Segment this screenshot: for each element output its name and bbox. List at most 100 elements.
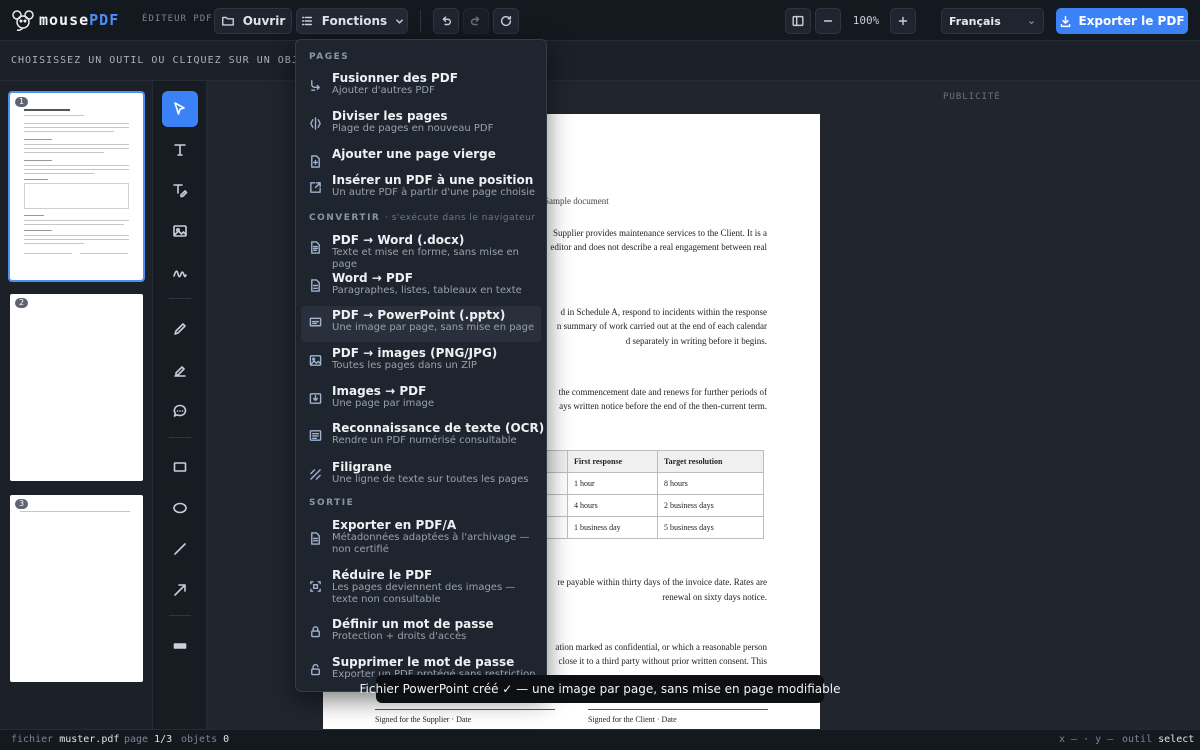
menu-item-title: Filigrane bbox=[332, 460, 392, 474]
menu-item-title: Définir un mot de passe bbox=[332, 617, 494, 631]
menu-item-compress[interactable]: Réduire le PDF Les pages deviennent des … bbox=[301, 568, 541, 612]
status-page: page 1/3 bbox=[124, 734, 173, 745]
pen-icon bbox=[174, 323, 186, 335]
toggle-sidebar-button[interactable] bbox=[785, 8, 811, 34]
functions-button[interactable]: Fonctions bbox=[296, 8, 408, 34]
table-cell: 2 business days bbox=[657, 494, 764, 517]
functions-label: Fonctions bbox=[321, 14, 388, 28]
menu-item-title: Supprimer le mot de passe bbox=[332, 655, 515, 669]
section-convert: CONVERTIR · s'exécute dans le navigateur bbox=[309, 213, 536, 223]
image-tool[interactable] bbox=[162, 213, 198, 249]
highlighter-tool[interactable] bbox=[162, 352, 198, 388]
app-name: mousePDF bbox=[39, 11, 120, 29]
rectangle-tool[interactable] bbox=[162, 449, 198, 485]
edit-text-tool[interactable] bbox=[162, 172, 198, 208]
menu-item-desc: Les pages deviennent des images — texte … bbox=[332, 582, 516, 605]
menu-item-desc: Une ligne de texte sur toutes les pages bbox=[332, 474, 529, 485]
advert-label: PUBLICITÉ bbox=[943, 92, 1001, 102]
menu-item-pdf-to-word[interactable]: PDF → Word (.docx) Texte et mise en form… bbox=[301, 233, 541, 270]
image-down-icon bbox=[309, 393, 322, 404]
zoom-in-button[interactable] bbox=[890, 8, 916, 34]
menu-item-word-to-pdf[interactable]: Word → PDF Paragraphes, listes, tableaux… bbox=[301, 271, 541, 303]
redo-icon bbox=[470, 16, 480, 26]
text-tool[interactable] bbox=[162, 132, 198, 168]
menu-item-desc: Rendre un PDF numérisé consultable bbox=[332, 435, 517, 446]
menu-item-images-to-pdf[interactable]: Images → PDF Une page par image bbox=[301, 384, 541, 416]
redo-button[interactable] bbox=[463, 8, 489, 34]
menu-item-desc: Métadonnées adaptées à l'archivage — non… bbox=[332, 532, 530, 555]
ellipse-icon bbox=[173, 502, 187, 514]
menu-item-blank-page[interactable]: Ajouter une page vierge bbox=[301, 147, 541, 169]
logo: mousePDF bbox=[11, 8, 119, 32]
table-cell: 1 business day bbox=[567, 516, 658, 539]
language-select[interactable]: Français bbox=[941, 8, 1044, 34]
status-coords: x — · y — bbox=[1059, 734, 1114, 745]
menu-item-desc: Protection + droits d'accès bbox=[332, 631, 467, 642]
export-pdf-button[interactable]: Exporter le PDF bbox=[1056, 8, 1188, 34]
undo-button[interactable] bbox=[433, 8, 459, 34]
thumbnail-number: 3 bbox=[15, 499, 29, 509]
signature-tool[interactable] bbox=[162, 254, 198, 290]
menu-item-pdfa[interactable]: Exporter en PDF/A Métadonnées adaptées à… bbox=[301, 518, 541, 562]
arrow-tool[interactable] bbox=[162, 572, 198, 608]
chevron-down-icon bbox=[1029, 21, 1034, 25]
hint-bar: CHOISISSEZ UN OUTIL OU CLIQUEZ SUR UN OB… bbox=[0, 41, 1200, 81]
line-icon bbox=[174, 543, 186, 555]
menu-item-desc: Un autre PDF à partir d'une page choisie bbox=[332, 187, 536, 198]
table-cell: 1 hour bbox=[567, 472, 658, 495]
menu-item-ocr[interactable]: Reconnaissance de texte (OCR) Rendre un … bbox=[301, 421, 545, 453]
sidebar-icon bbox=[792, 15, 804, 27]
menu-item-insert-pdf[interactable]: Insérer un PDF à une position Un autre P… bbox=[301, 173, 541, 205]
signature-icon bbox=[173, 270, 187, 278]
menu-item-title: Reconnaissance de texte (OCR) bbox=[332, 421, 545, 435]
menu-item-watermark[interactable]: Filigrane Une ligne de texte sur toutes … bbox=[301, 460, 541, 492]
menu-item-title: Exporter en PDF/A bbox=[332, 518, 457, 532]
rectangle-icon bbox=[173, 462, 187, 472]
menu-item-pdf-to-images[interactable]: PDF → images (PNG/JPG) Toutes les pages … bbox=[301, 346, 541, 378]
whiteout-tool[interactable] bbox=[162, 628, 198, 664]
menu-item-split[interactable]: Diviser les pages Plage de pages en nouv… bbox=[301, 109, 541, 141]
functions-menu: PAGES Fusionner des PDF Ajouter d'autres… bbox=[295, 39, 547, 692]
signature-line-supplier: Signed for the Supplier · Date bbox=[375, 709, 555, 724]
menu-item-title: Images → PDF bbox=[332, 384, 427, 398]
tool-divider bbox=[169, 615, 191, 616]
ocr-icon bbox=[309, 430, 322, 441]
thumbnail-page-2[interactable]: 2 bbox=[10, 294, 143, 481]
menu-item-merge[interactable]: Fusionner des PDF Ajouter d'autres PDF bbox=[301, 71, 541, 103]
menu-item-title: Fusionner des PDF bbox=[332, 71, 458, 85]
comment-tool[interactable] bbox=[162, 393, 198, 429]
menu-item-desc: Une image par page, sans mise en page bbox=[332, 322, 535, 333]
menu-item-title: PDF → Word (.docx) bbox=[332, 233, 465, 247]
unlock-icon bbox=[311, 663, 320, 676]
line-tool[interactable] bbox=[162, 531, 198, 567]
menu-item-set-password[interactable]: Définir un mot de passe Protection + dro… bbox=[301, 617, 541, 649]
open-button[interactable]: Ouvrir bbox=[214, 8, 292, 34]
menu-item-desc: Une page par image bbox=[332, 398, 435, 409]
table-cell: 4 hours bbox=[567, 494, 658, 517]
thumbnail-number: 1 bbox=[15, 97, 29, 107]
section-output: SORTIE bbox=[309, 498, 355, 508]
compress-icon bbox=[310, 581, 321, 592]
arrow-icon bbox=[174, 584, 186, 596]
refresh-icon bbox=[500, 15, 512, 27]
highlighter-icon bbox=[174, 366, 186, 377]
zoom-out-button[interactable] bbox=[815, 8, 841, 34]
undo-icon bbox=[442, 16, 452, 26]
mouse-logo-icon bbox=[12, 10, 34, 31]
doc-icon bbox=[311, 279, 320, 292]
page-thumbnails: 1 2 3 bbox=[0, 81, 153, 729]
plus-icon bbox=[898, 16, 908, 26]
status-file: fichier muster.pdf bbox=[11, 734, 120, 745]
ellipse-tool[interactable] bbox=[162, 490, 198, 526]
menu-item-pdf-to-pptx[interactable]: PDF → PowerPoint (.pptx) Une image par p… bbox=[301, 306, 541, 342]
pen-tool[interactable] bbox=[162, 311, 198, 347]
download-icon bbox=[1061, 15, 1071, 27]
menu-item-desc: Toutes les pages dans un ZIP bbox=[332, 360, 477, 371]
reload-button[interactable] bbox=[493, 8, 519, 34]
tool-divider bbox=[169, 437, 191, 438]
thumbnail-page-1[interactable]: 1 bbox=[8, 91, 145, 282]
select-tool[interactable] bbox=[162, 91, 198, 127]
thumbnail-page-3[interactable]: 3 bbox=[10, 495, 143, 682]
folder-icon bbox=[221, 16, 234, 26]
page-plus-icon bbox=[311, 155, 320, 168]
